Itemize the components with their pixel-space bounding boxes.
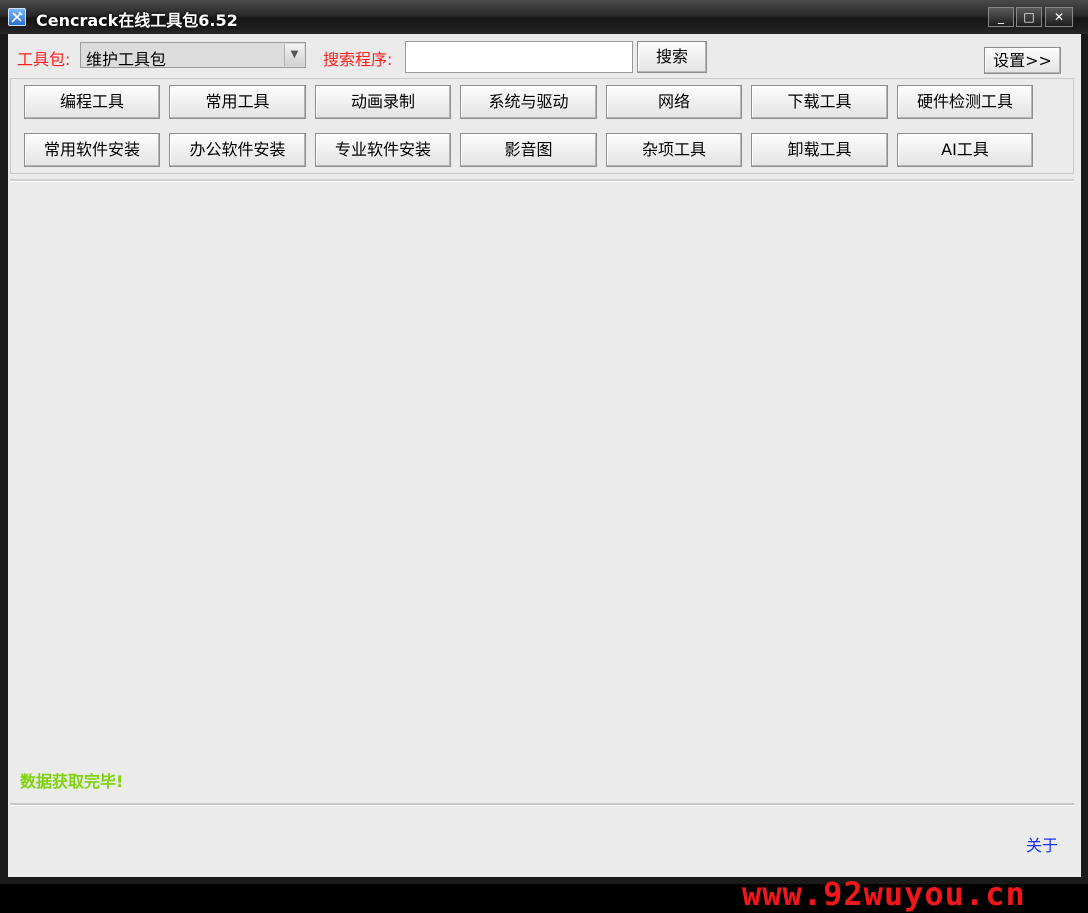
toolkit-select-value: 维护工具包: [86, 50, 167, 69]
category-toolbar: 编程工具 常用工具 动画录制 系统与驱动 网络 下载工具 硬件检测工具 常用软件…: [10, 78, 1074, 174]
maximize-button[interactable]: □: [1016, 7, 1042, 27]
category-button[interactable]: AI工具: [897, 133, 1033, 167]
category-button[interactable]: 硬件检测工具: [897, 85, 1033, 119]
window-title: Cencrack在线工具包6.52: [36, 11, 238, 30]
about-link[interactable]: 关于: [1026, 832, 1058, 856]
settings-button[interactable]: 设置>>: [984, 47, 1061, 74]
title-bar[interactable]: Cencrack在线工具包6.52 _ □ ✕: [0, 0, 1088, 34]
status-message: 数据获取完毕!: [20, 772, 124, 791]
category-button[interactable]: 影音图: [460, 133, 597, 167]
category-button[interactable]: 卸载工具: [751, 133, 888, 167]
category-button[interactable]: 常用工具: [169, 85, 306, 119]
app-window: Cencrack在线工具包6.52 _ □ ✕ 工具包: 维护工具包 ▼ 搜索程…: [0, 0, 1088, 913]
tool-list-area[interactable]: [10, 181, 1074, 803]
minimize-button[interactable]: _: [988, 7, 1014, 27]
category-button[interactable]: 常用软件安装: [24, 133, 160, 167]
toolkit-label: 工具包:: [17, 50, 71, 69]
search-label: 搜索程序:: [323, 50, 393, 69]
category-button[interactable]: 系统与驱动: [460, 85, 597, 119]
divider: [10, 803, 1074, 806]
category-button[interactable]: 下载工具: [751, 85, 888, 119]
watermark: www.92wuyou.cn: [742, 875, 1026, 913]
tools-icon: [8, 8, 26, 26]
category-button[interactable]: 办公软件安装: [169, 133, 306, 167]
chevron-down-icon[interactable]: ▼: [284, 44, 304, 66]
category-button[interactable]: 网络: [606, 85, 742, 119]
category-button[interactable]: 动画录制: [315, 85, 451, 119]
toolkit-select[interactable]: 维护工具包 ▼: [80, 42, 306, 69]
search-button[interactable]: 搜索: [637, 41, 707, 73]
client-area: 工具包: 维护工具包 ▼ 搜索程序: 搜索 设置>> 编程工具 常用工具 动画录…: [8, 34, 1081, 913]
close-button[interactable]: ✕: [1045, 7, 1073, 27]
category-button[interactable]: 编程工具: [24, 85, 160, 119]
category-button[interactable]: 专业软件安装: [315, 133, 451, 167]
category-button[interactable]: 杂项工具: [606, 133, 742, 167]
search-input[interactable]: [405, 41, 633, 73]
